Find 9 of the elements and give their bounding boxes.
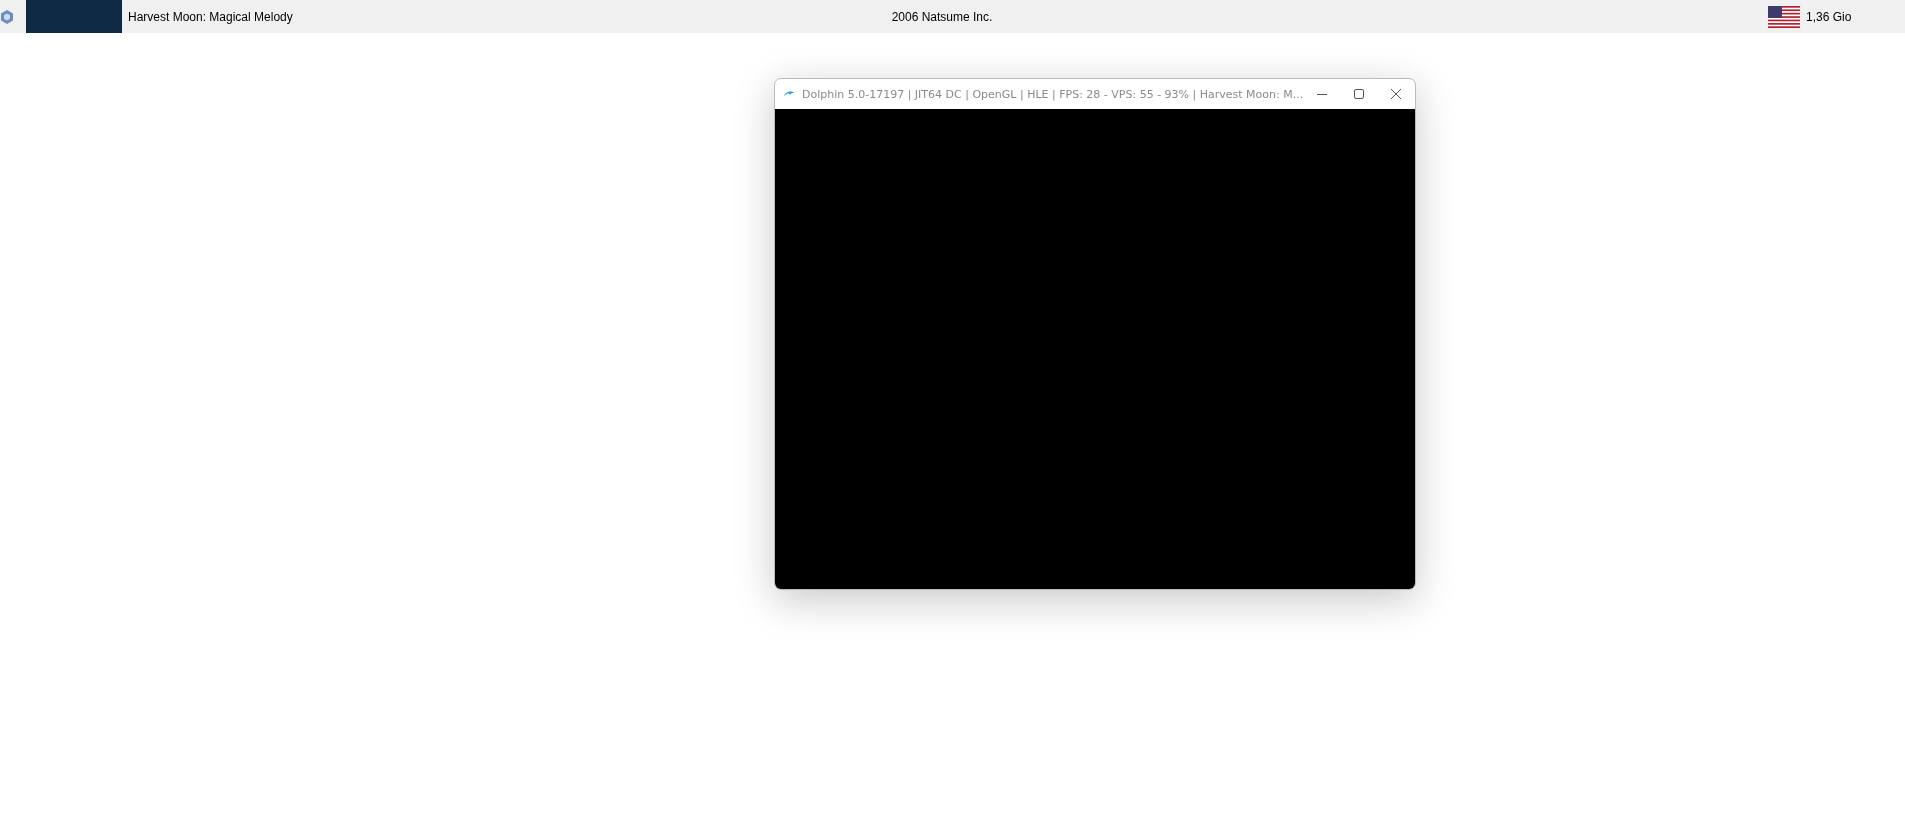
game-file-size: 1,36 Gio bbox=[1806, 9, 1853, 24]
game-publisher: 2006 Natsume Inc. bbox=[891, 9, 993, 24]
close-icon bbox=[1391, 89, 1402, 99]
game-title: Harvest Moon: Magical Melody bbox=[128, 9, 294, 24]
platform-icon bbox=[0, 8, 14, 25]
window-title: Dolphin 5.0-17197 | JIT64 DC | OpenGL | HLE | FPS: 28 - VPS: 55 - 93% | Harvest Moon: M... bbox=[801, 87, 1304, 101]
dolphin-icon bbox=[783, 89, 796, 99]
us-flag-icon bbox=[1768, 5, 1800, 28]
maximize-icon bbox=[1354, 89, 1365, 99]
